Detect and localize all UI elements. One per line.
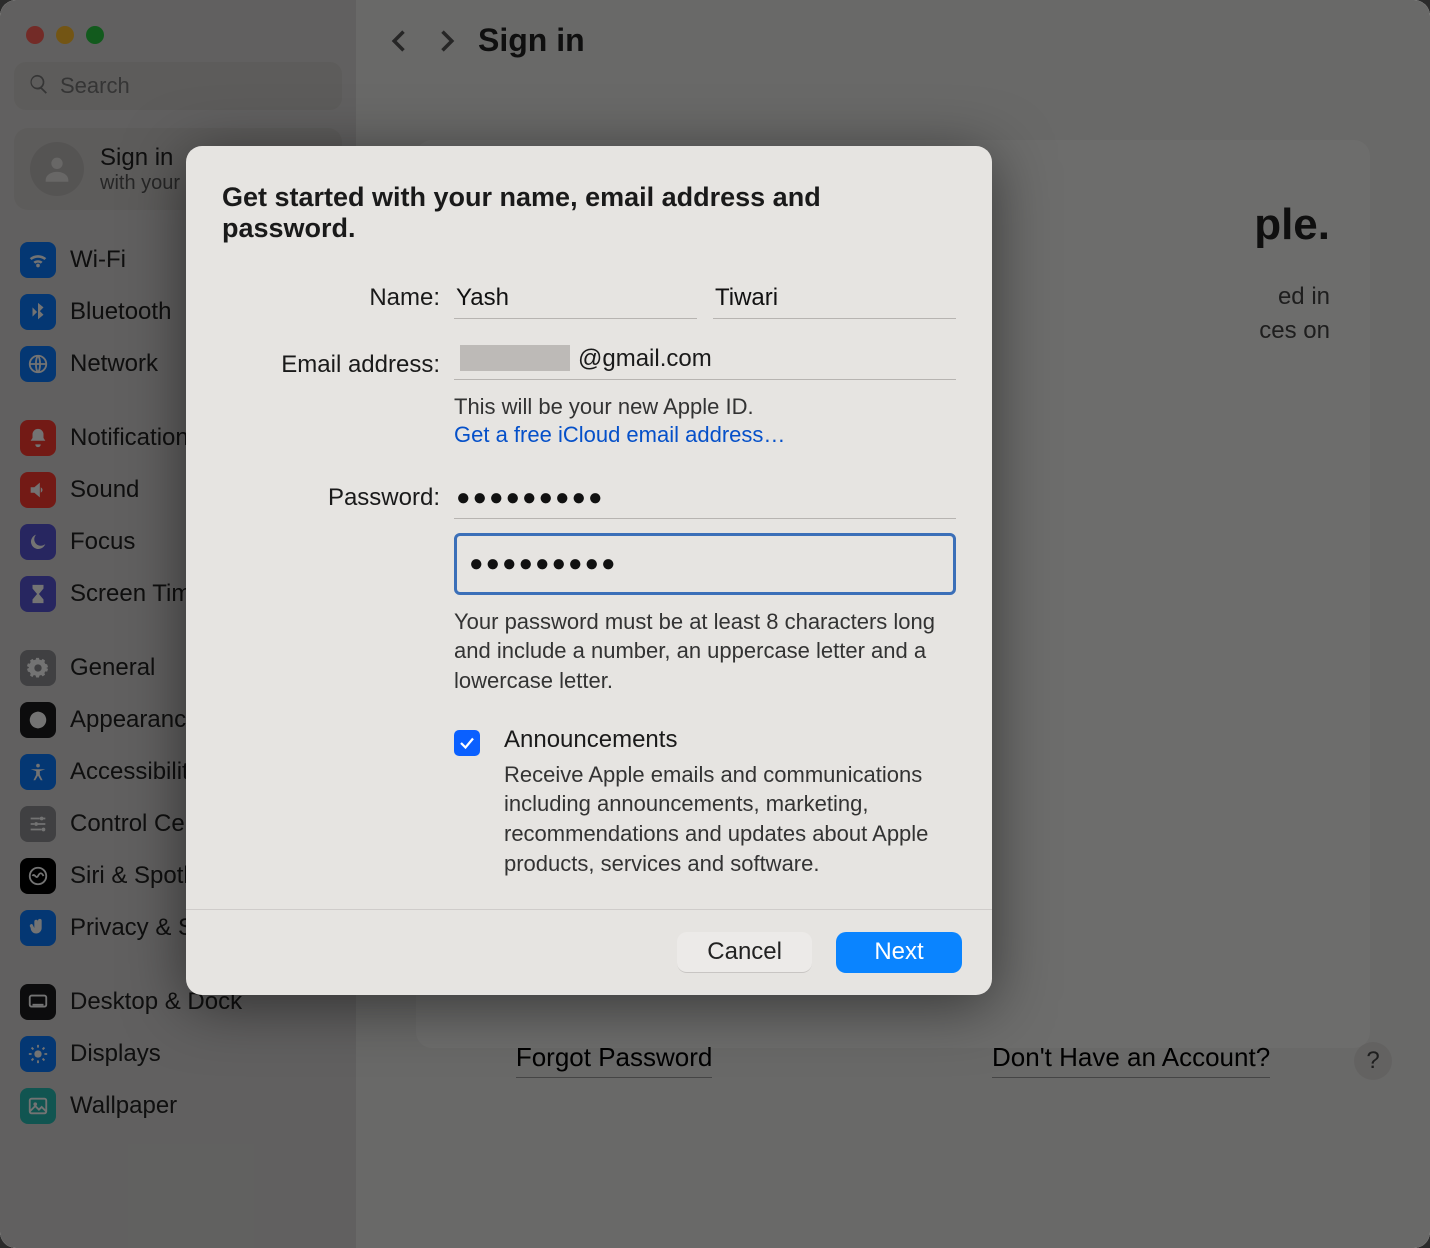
verify-password-field[interactable] xyxy=(467,544,943,584)
announcements-desc: Receive Apple emails and communications … xyxy=(504,760,934,879)
cancel-button[interactable]: Cancel xyxy=(677,932,812,973)
verify-password-input[interactable] xyxy=(454,533,956,595)
password-input[interactable] xyxy=(454,478,956,519)
create-apple-id-modal: Get started with your name, email addres… xyxy=(186,146,992,995)
first-name-input[interactable] xyxy=(454,278,697,319)
email-local-redacted xyxy=(460,345,570,371)
name-label: Name: xyxy=(222,278,454,312)
last-name-input[interactable] xyxy=(713,278,956,319)
settings-window: Sign in with your Wi-FiBluetoothNetworkN… xyxy=(0,0,1430,1248)
announcements-checkbox[interactable] xyxy=(454,730,480,756)
password-hint: Your password must be at least 8 charact… xyxy=(454,607,956,696)
password-label: Password: xyxy=(222,478,454,512)
modal-footer: Cancel Next xyxy=(186,909,992,995)
email-label: Email address: xyxy=(222,345,454,379)
email-domain: @gmail.com xyxy=(578,345,712,373)
email-input[interactable]: @gmail.com xyxy=(454,345,956,380)
announcements-title: Announcements xyxy=(504,726,934,754)
next-button[interactable]: Next xyxy=(836,932,962,973)
email-hint: This will be your new Apple ID. xyxy=(454,392,956,422)
modal-title: Get started with your name, email addres… xyxy=(222,182,956,244)
get-icloud-email-link[interactable]: Get a free iCloud email address… xyxy=(454,422,956,448)
